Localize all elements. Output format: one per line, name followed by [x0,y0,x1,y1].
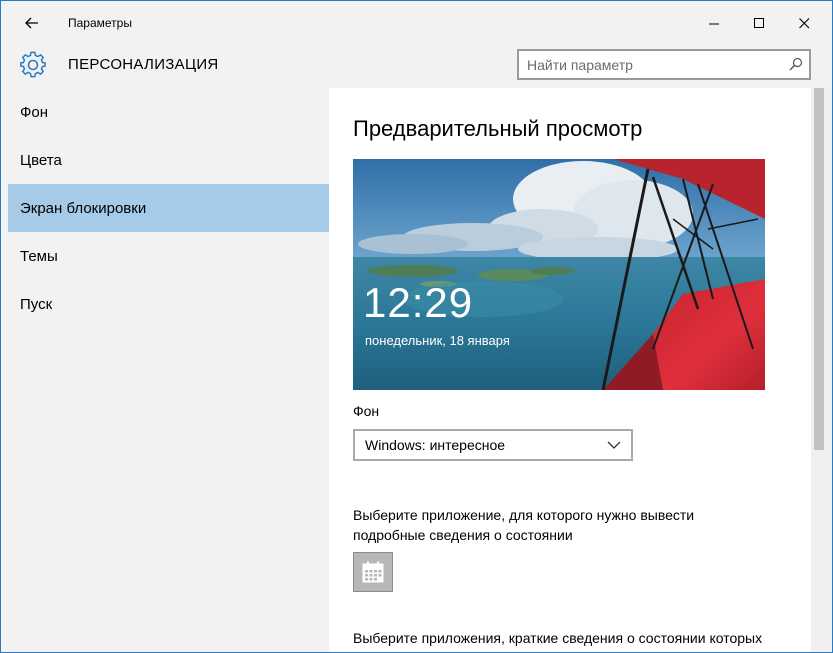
back-button[interactable] [9,5,55,41]
background-dropdown[interactable]: Windows: интересное [353,429,633,461]
close-icon [798,17,809,28]
search-icon[interactable] [789,57,803,71]
detailed-status-line-1: Выберите приложение, для которого нужно … [353,507,695,523]
sidebar-item-label: Цвета [20,151,62,169]
detailed-status-description: Выберите приложение, для которого нужно … [353,505,813,545]
sidebar-item-background[interactable]: Фон [8,88,329,136]
sidebar-item-label: Пуск [20,295,53,313]
sidebar-item-colors[interactable]: Цвета [8,136,329,184]
section-title: Предварительный просмотр [353,116,643,141]
background-dropdown-value: Windows: интересное [365,437,506,453]
window-title: Параметры [68,16,132,30]
sidebar-item-label: Темы [20,247,58,265]
background-label: Фон [353,403,380,419]
lock-screen-preview: 12:29 понедельник, 18 января [353,159,765,390]
minimize-button[interactable] [691,1,737,45]
page-header: ПЕРСОНАЛИЗАЦИЯ [1,45,832,88]
detailed-status-line-2: подробные сведения о состоянии [353,527,573,543]
calendar-icon [362,561,384,583]
sidebar-item-start[interactable]: Пуск [8,280,329,328]
chevron-down-icon [607,441,621,449]
quick-status-description: Выберите приложения, краткие сведения о … [353,630,763,646]
scrollbar-thumb[interactable] [814,88,824,450]
main-content: Предварительный просмотр 12:29 понедельн… [329,88,832,652]
gear-icon [20,51,46,78]
sidebar-item-lock-screen[interactable]: Экран блокировки [8,184,329,232]
page-title: ПЕРСОНАЛИЗАЦИЯ [68,56,219,73]
main-scrollbar[interactable] [811,88,832,652]
sidebar-item-label: Экран блокировки [20,199,147,217]
close-button[interactable] [781,1,827,45]
minimize-icon [708,23,719,24]
search-box[interactable] [517,49,811,80]
sidebar-item-label: Фон [20,103,49,121]
lock-screen-date: понедельник, 18 января [365,333,510,348]
settings-window: Параметры ПЕРСОНАЛИЗАЦИЯ Найти параметр … [0,0,833,653]
lock-screen-time: 12:29 [363,279,474,326]
maximize-icon [753,17,764,28]
sidebar: Фон Цвета Экран блокировки Темы Пуск [1,88,329,652]
search-input[interactable] [527,55,777,75]
title-bar: Параметры [1,1,832,45]
sidebar-item-themes[interactable]: Темы [8,232,329,280]
detailed-status-app-button[interactable] [353,552,393,592]
maximize-button[interactable] [736,1,782,45]
preview-image [353,159,765,390]
back-arrow-icon [25,17,38,29]
